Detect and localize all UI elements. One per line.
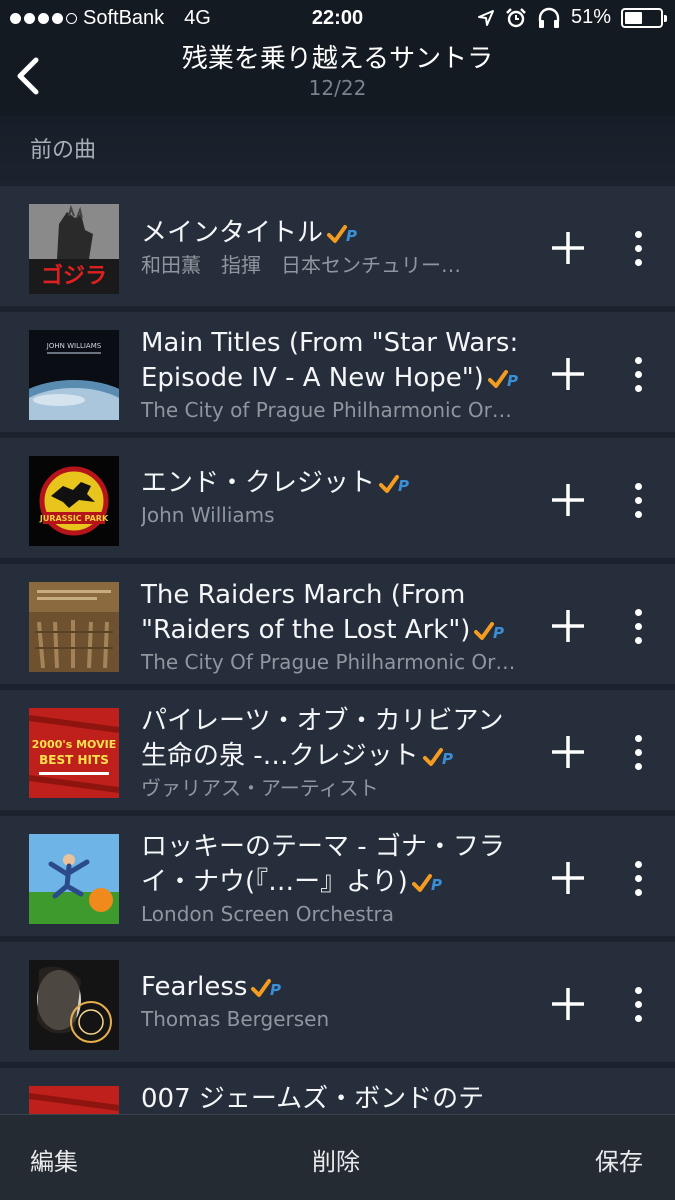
more-options-icon[interactable] (628, 987, 648, 1031)
prime-badge-icon: P (379, 474, 409, 495)
prime-badge-icon: P (327, 224, 357, 245)
track-title: The Raiders March (From "Raiders of the … (141, 580, 505, 645)
svg-text:P: P (493, 624, 504, 642)
previous-tracks-label: 前の曲 (30, 138, 97, 163)
nav-header: 残業を乗り越えるサントラ 12/22 (0, 38, 675, 116)
battery-percent: 51% (570, 6, 611, 28)
edit-button[interactable]: 編集 (30, 1142, 78, 1177)
svg-text:P: P (270, 981, 281, 999)
track-row[interactable]: 2000's MOVIE BEST HITS パイレーツ・オブ・カリビアン 生命… (0, 690, 675, 813)
track-title: 007 ジェームズ・ボンドのテ (141, 1084, 485, 1114)
headphones-icon (538, 7, 560, 28)
track-artist: London Screen Orchestra (141, 902, 395, 926)
svg-text:JOHN WILLIAMS: JOHN WILLIAMS (46, 342, 102, 350)
more-options-icon[interactable] (628, 861, 648, 905)
track-title: Fearless P (141, 972, 282, 1002)
previous-tracks-row[interactable]: 前の曲 (0, 116, 675, 186)
svg-text:JURASSIC PARK: JURASSIC PARK (39, 514, 109, 523)
track-title: パイレーツ・オブ・カリビアン 生命の泉 -…クレジット P (141, 706, 504, 771)
track-artist: Thomas Bergersen (141, 1007, 330, 1031)
track-row[interactable]: ゴジラ メインタイトル P 和田薫 指揮 日本センチュリー… (0, 186, 675, 309)
more-options-icon[interactable] (628, 483, 648, 527)
status-bar: SoftBank 4G 22:00 51% (0, 0, 675, 38)
prime-badge-icon: P (251, 978, 281, 999)
prime-badge-icon: P (422, 747, 453, 768)
add-icon[interactable] (548, 984, 588, 1024)
track-row[interactable]: Fearless P Thomas Bergersen (0, 942, 675, 1065)
album-art-fearless (29, 960, 119, 1050)
add-icon[interactable] (548, 354, 588, 394)
track-title: エンド・クレジット P (141, 468, 410, 498)
svg-text:P: P (398, 477, 409, 495)
bottom-toolbar: 編集 削除 保存 (0, 1114, 675, 1200)
add-icon[interactable] (548, 858, 588, 898)
track-position: 12/22 (308, 76, 367, 100)
album-art-rocky (29, 834, 119, 924)
svg-text:BEST HITS: BEST HITS (39, 753, 109, 767)
track-row[interactable]: ロッキーのテーマ - ゴナ・フライ・ナウ(『…ー』より) P London Scr… (0, 816, 675, 939)
track-title: Main Titles (From "Star Wars: Episode IV… (141, 328, 519, 393)
svg-text:ゴジラ: ゴジラ (41, 263, 107, 289)
track-artist: John Williams (141, 503, 275, 527)
delete-button[interactable]: 削除 (312, 1142, 360, 1177)
album-art-jurassic-park: JURASSIC PARK (29, 456, 119, 546)
track-title: ロッキーのテーマ - ゴナ・フライ・ナウ(『…ー』より) P (141, 832, 505, 897)
track-row[interactable]: JOHN WILLIAMS Main Titles (From "Star Wa… (0, 312, 675, 435)
svg-text:P: P (507, 372, 518, 390)
track-artist: ヴァリアス・アーティスト (141, 776, 379, 800)
svg-text:P: P (431, 876, 442, 894)
add-icon[interactable] (548, 732, 588, 772)
prime-badge-icon: P (411, 873, 442, 894)
album-art-godzilla: ゴジラ (29, 204, 119, 294)
track-row[interactable]: The Raiders March (From "Raiders of the … (0, 564, 675, 687)
track-row[interactable]: JURASSIC PARK エンド・クレジット P John Williams (0, 438, 675, 561)
add-icon[interactable] (548, 228, 588, 268)
more-options-icon[interactable] (628, 609, 648, 653)
track-artist: 和田薫 指揮 日本センチュリー… (141, 253, 461, 277)
more-options-icon[interactable] (628, 357, 648, 401)
alarm-icon (506, 7, 526, 27)
album-art-starwars: JOHN WILLIAMS (29, 330, 119, 420)
add-icon[interactable] (548, 480, 588, 520)
add-icon[interactable] (548, 606, 588, 646)
save-button[interactable]: 保存 (595, 1142, 643, 1177)
prime-badge-icon: P (487, 369, 518, 390)
status-right: 51% (477, 6, 667, 29)
svg-text:P: P (346, 227, 357, 245)
chevron-left-icon[interactable] (12, 54, 46, 98)
album-art-raiders (29, 582, 119, 672)
more-options-icon[interactable] (628, 735, 648, 779)
svg-text:2000's MOVIE: 2000's MOVIE (32, 738, 116, 751)
battery-icon (621, 7, 667, 28)
location-arrow-icon (477, 9, 494, 26)
more-options-icon[interactable] (628, 231, 648, 275)
album-art-movie-best-hits: 2000's MOVIE BEST HITS (29, 708, 119, 798)
track-artist: The City of Prague Philharmonic Or… (141, 398, 512, 422)
battery-level (625, 11, 642, 24)
track-title: メインタイトル P (141, 218, 358, 248)
svg-text:P: P (442, 750, 453, 768)
prime-badge-icon: P (474, 621, 504, 642)
playlist-title: 残業を乗り越えるサントラ (181, 44, 494, 74)
track-artist: The City Of Prague Philharmonic Or… (141, 650, 516, 674)
